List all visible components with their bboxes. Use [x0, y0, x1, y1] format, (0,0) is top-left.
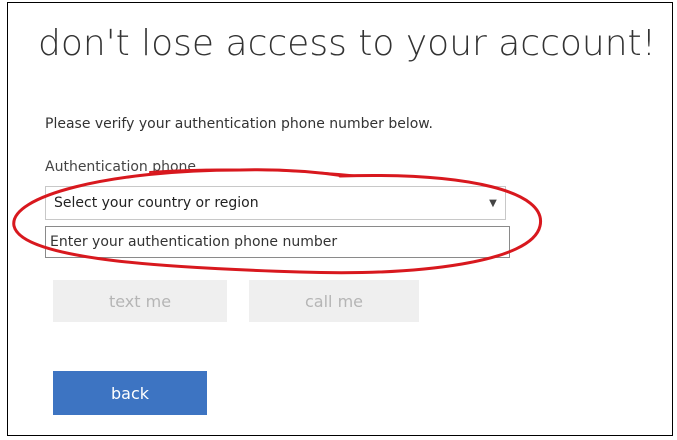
authentication-phone-label: Authentication phone	[45, 159, 197, 175]
call-me-button[interactable]: call me	[249, 280, 419, 322]
country-select-value: Select your country or region	[54, 195, 259, 211]
chevron-down-icon: ▼	[489, 197, 497, 209]
page-title: don't lose access to your account!	[38, 23, 657, 64]
back-button[interactable]: back	[53, 371, 207, 415]
text-me-button[interactable]: text me	[53, 280, 227, 322]
instruction-text: Please verify your authentication phone …	[45, 116, 433, 132]
country-region-select[interactable]: Select your country or region ▼	[45, 186, 506, 220]
phone-number-input[interactable]	[45, 226, 510, 258]
